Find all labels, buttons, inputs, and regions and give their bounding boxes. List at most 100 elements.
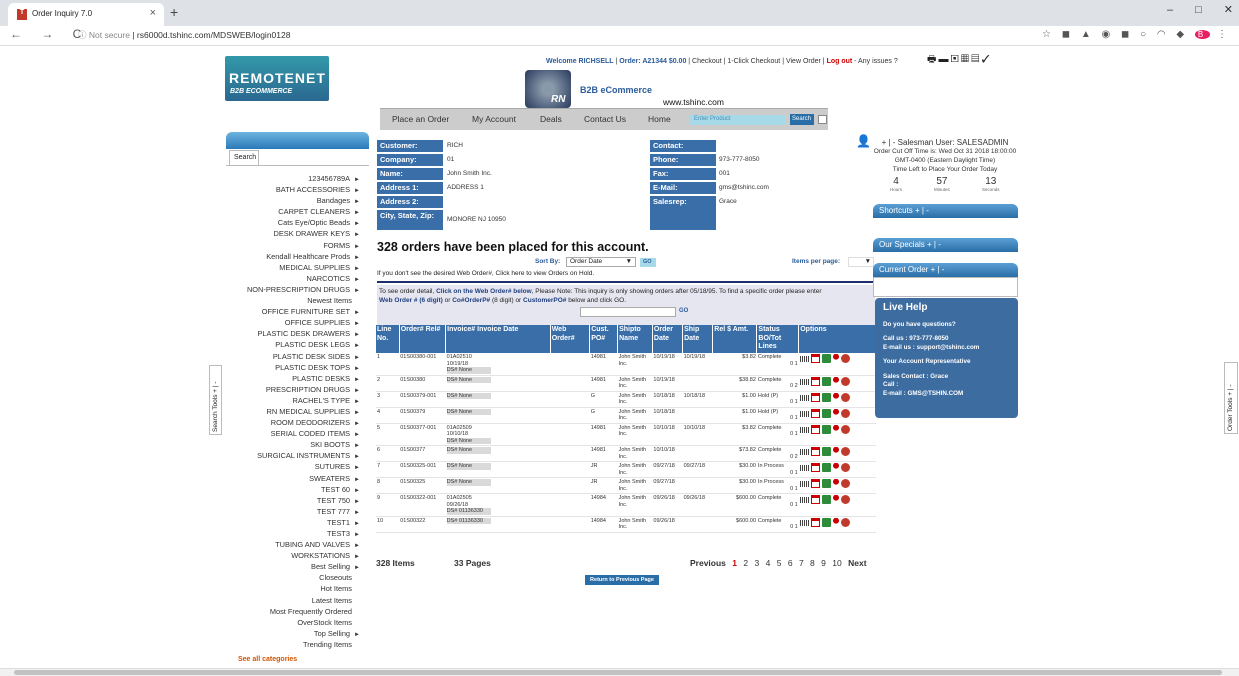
sidebar-category[interactable]: Closeouts [226, 572, 366, 583]
order-number-link[interactable]: 01S00379 [399, 407, 446, 424]
web-order-link[interactable] [550, 353, 590, 376]
close-window-icon[interactable]: ✕ [1224, 4, 1233, 16]
page-link[interactable]: 4 [766, 558, 771, 568]
sidebar-category[interactable]: CARPET CLEANERS ► [226, 206, 366, 217]
pdf-icon[interactable] [840, 517, 850, 527]
nav-home[interactable]: Home [648, 114, 671, 124]
pdf-icon[interactable] [840, 463, 850, 472]
web-order-link[interactable] [550, 445, 590, 462]
order-number-link[interactable]: 01S00377 [399, 445, 446, 462]
pin-icon[interactable] [832, 408, 839, 418]
page-link[interactable]: 3 [755, 558, 760, 568]
excel-icon[interactable] [821, 517, 831, 527]
next-link[interactable]: Next [848, 558, 866, 568]
header-tool-icons[interactable]: 🖶▬▣▦▤✓ [927, 52, 992, 69]
new-tab-button[interactable]: + [170, 4, 178, 20]
pdf-icon[interactable] [840, 392, 850, 402]
sidebar-tab-search[interactable]: Search [229, 150, 259, 165]
pin-icon[interactable] [832, 463, 839, 472]
excel-icon[interactable] [821, 376, 831, 386]
sidebar-category[interactable]: SURGICAL INSTRUMENTS ► [226, 450, 366, 461]
excel-icon[interactable] [821, 408, 831, 418]
excel-icon[interactable] [821, 447, 831, 456]
sidebar-category[interactable]: NON-PRESCRIPTION DRUGS ► [226, 284, 366, 295]
excel-icon[interactable] [821, 479, 831, 488]
sidebar-category[interactable]: Most Frequently Ordered [226, 606, 366, 617]
sort-by-select[interactable]: Order Date ▼ [566, 257, 636, 267]
search-tools-toggle[interactable]: Search Tools + | - [209, 365, 222, 435]
current-order-panel-header[interactable]: Current Order + | - [873, 263, 1018, 277]
sidebar-category[interactable]: Kendall Healthcare Prods ► [226, 251, 366, 262]
excel-icon[interactable] [821, 495, 831, 504]
pin-icon[interactable] [832, 354, 839, 363]
sidebar-category[interactable]: PLASTIC DESK SIDES ► [226, 351, 366, 362]
excel-icon[interactable] [821, 424, 831, 434]
order-number-link[interactable]: 01S00380-001 [399, 353, 446, 376]
web-order-link[interactable] [550, 375, 590, 392]
pdf-icon[interactable] [840, 479, 850, 488]
barcode-icon[interactable] [799, 449, 809, 455]
calendar-icon[interactable] [810, 463, 820, 472]
search-checkbox[interactable] [818, 115, 827, 124]
sidebar-category[interactable]: SERIAL CODED ITEMS ► [226, 428, 366, 439]
order-search-input[interactable] [580, 307, 676, 317]
sidebar-category[interactable]: OFFICE FURNITURE SET ► [226, 306, 366, 317]
sort-go-button[interactable]: GO [640, 258, 656, 267]
nav-contact-us[interactable]: Contact Us [584, 114, 626, 124]
sidebar-category[interactable]: MEDICAL SUPPLIES ► [226, 262, 366, 273]
sidebar-category[interactable]: SUTURES ► [226, 461, 366, 472]
page-link[interactable]: 9 [821, 558, 826, 568]
logout-link[interactable]: Log out [827, 58, 853, 65]
extension-icons[interactable]: ☆ ◼ ▲ ◉ ◼ ○ ◠ ◆ B ⋮ [1042, 29, 1231, 40]
pin-icon[interactable] [832, 517, 839, 527]
return-previous-page-button[interactable]: Return to Previous Page [585, 575, 659, 585]
sidebar-category[interactable]: Cats Eye/Optic Beads ► [226, 217, 366, 228]
page-link[interactable]: 8 [810, 558, 815, 568]
sidebar-category[interactable]: WORKSTATIONS ► [226, 550, 366, 561]
excel-icon[interactable] [821, 392, 831, 402]
nav-my-account[interactable]: My Account [472, 114, 516, 124]
page-link[interactable]: 6 [788, 558, 793, 568]
pdf-icon[interactable] [840, 376, 850, 386]
barcode-icon[interactable] [799, 497, 809, 503]
nav-place-order[interactable]: Place an Order [392, 114, 449, 124]
pin-icon[interactable] [832, 479, 839, 488]
pdf-icon[interactable] [840, 424, 850, 434]
maximize-icon[interactable]: □ [1195, 4, 1202, 16]
calendar-icon[interactable] [810, 408, 820, 418]
product-search-input[interactable]: Enter Product [690, 115, 786, 125]
header-links[interactable]: | Checkout | 1-Click Checkout | View Ord… [688, 58, 824, 65]
sidebar-category[interactable]: OFFICE SUPPLIES ► [226, 317, 366, 328]
calendar-icon[interactable] [810, 424, 820, 434]
specials-panel-header[interactable]: Our Specials + | - [873, 238, 1018, 252]
sidebar-category[interactable]: Hot Items [226, 583, 366, 594]
calendar-icon[interactable] [810, 447, 820, 456]
calendar-icon[interactable] [810, 495, 820, 504]
web-order-link[interactable] [550, 423, 590, 446]
hold-orders-link[interactable]: If you don't see the desired Web Order#,… [377, 270, 594, 277]
sidebar-category[interactable]: Best Selling ► [226, 561, 366, 572]
page-link[interactable]: 1 [732, 558, 737, 568]
sidebar-category[interactable]: TEST 750 ► [226, 495, 366, 506]
barcode-icon[interactable] [799, 410, 809, 417]
calendar-icon[interactable] [810, 517, 820, 527]
pin-icon[interactable] [832, 447, 839, 456]
page-link[interactable]: 5 [777, 558, 782, 568]
tab-close-icon[interactable]: × [150, 7, 156, 19]
calendar-icon[interactable] [810, 376, 820, 386]
order-number-link[interactable]: 01S00322-001 [399, 493, 446, 517]
sidebar-category[interactable]: PLASTIC DESK TOPS ► [226, 362, 366, 373]
sidebar-category[interactable]: PLASTIC DESK LEGS ► [226, 339, 366, 350]
web-order-link[interactable] [550, 477, 590, 494]
shortcuts-panel-header[interactable]: Shortcuts + | - [873, 204, 1018, 218]
calendar-icon[interactable] [810, 392, 820, 402]
calendar-icon[interactable] [810, 479, 820, 488]
previous-link[interactable]: Previous [690, 558, 726, 568]
profile-icon[interactable]: B [1194, 30, 1211, 39]
pin-icon[interactable] [832, 376, 839, 386]
sidebar-category[interactable]: TUBING AND VALVES ► [226, 539, 366, 550]
web-order-link[interactable] [550, 407, 590, 424]
web-order-link[interactable] [550, 493, 590, 517]
calendar-icon[interactable] [810, 354, 820, 363]
order-number-link[interactable]: 01S00325 [399, 477, 446, 494]
